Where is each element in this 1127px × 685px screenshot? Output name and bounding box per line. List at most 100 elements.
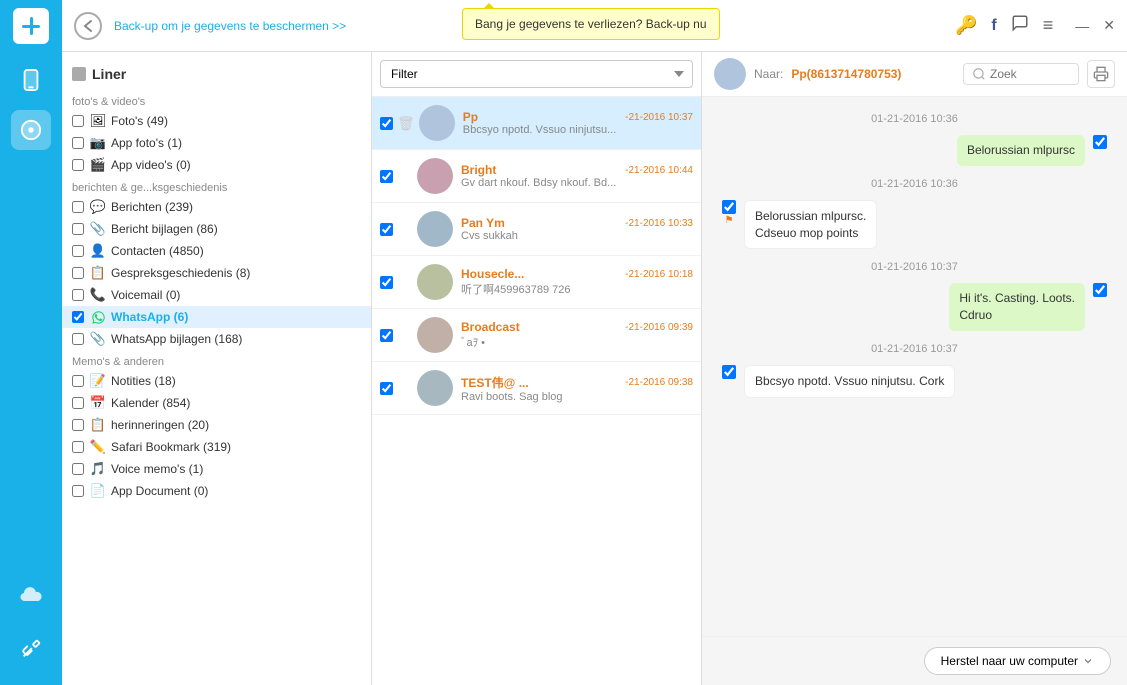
msg4-name: Housecle... [461, 267, 524, 281]
checkbox-app-videos[interactable] [72, 159, 84, 171]
print-icon[interactable] [1087, 60, 1115, 88]
tree-item-gespreksgeschiedenis[interactable]: 📋 Gespreksgeschiedenis (8) [62, 262, 371, 284]
message-item-1[interactable]: 🗑 Pp -21-2016 10:37 Bbcsyo npotd. Vssuo … [372, 97, 701, 150]
top-bar: Back-up om je gegevens te beschermen >> … [62, 0, 1127, 52]
music-icon[interactable] [11, 110, 51, 150]
tree-item-app-document[interactable]: 📄 App Document (0) [62, 480, 371, 502]
main-area: Back-up om je gegevens te beschermen >> … [62, 0, 1127, 685]
checkbox-voicemail[interactable] [72, 289, 84, 301]
cloud-icon[interactable] [11, 575, 51, 615]
msg4-preview: 听了啊459963789 726 [461, 281, 693, 297]
minimize-button[interactable]: — [1075, 18, 1089, 34]
checkbox-whatsapp-bijlagen[interactable] [72, 333, 84, 345]
msg2-time: -21-2016 10:44 [625, 165, 693, 176]
tree-item-app-videos[interactable]: 🎬 App video's (0) [62, 154, 371, 176]
msg2-checkbox[interactable] [380, 170, 393, 183]
tree-item-voicemail[interactable]: 📞 Voicemail (0) [62, 284, 371, 306]
tree-item-whatsapp-bijlagen[interactable]: 📎 WhatsApp bijlagen (168) [62, 328, 371, 350]
restore-bar: Herstel naar uw computer [702, 636, 1127, 685]
msg5-content: Broadcast -21-2016 09:39 ﾞaｦ • [461, 320, 693, 350]
tree-item-bericht-bijlagen[interactable]: 📎 Bericht bijlagen (86) [62, 218, 371, 240]
panel-title: Liner [92, 66, 126, 82]
restore-button[interactable]: Herstel naar uw computer [924, 647, 1111, 675]
checkbox-whatsapp[interactable] [72, 311, 84, 323]
gespreks-label: Gespreksgeschiedenis (8) [111, 266, 250, 280]
checkbox-voice-memos[interactable] [72, 463, 84, 475]
msg1-checkbox[interactable] [380, 117, 393, 130]
tree-item-whatsapp[interactable]: WhatsApp (6) [62, 306, 371, 328]
bubble3-checkbox[interactable] [1093, 283, 1107, 297]
bubble4-checkbox[interactable] [722, 365, 736, 379]
msg3-name: Pan Ym [461, 216, 505, 230]
key-icon[interactable]: 🔑 [955, 15, 977, 36]
msg3-checkbox[interactable] [380, 223, 393, 236]
chat-messages: 01-21-2016 10:36 Belorussian mlpursc 01-… [702, 97, 1127, 636]
tree-item-berichten[interactable]: 💬 Berichten (239) [62, 196, 371, 218]
msg4-content: Housecle... -21-2016 10:18 听了啊459963789 … [461, 267, 693, 297]
tree-item-app-fotos[interactable]: 📷 App foto's (1) [62, 132, 371, 154]
checkbox-berichten[interactable] [72, 201, 84, 213]
msg1-delete-icon[interactable]: 🗑 [397, 115, 415, 132]
close-button[interactable]: ✕ [1103, 17, 1115, 34]
checkbox-bericht-bijlagen[interactable] [72, 223, 84, 235]
tree-item-fotos[interactable]: 🖼 Foto's (49) [62, 110, 371, 132]
bubble1-checkbox[interactable] [1093, 135, 1107, 149]
checkbox-app-document[interactable] [72, 485, 84, 497]
chat-bubble-1: Belorussian mlpursc [957, 135, 1085, 166]
msg6-preview: Ravi boots. Sag blog [461, 391, 693, 403]
message-item-4[interactable]: Housecle... -21-2016 10:18 听了啊459963789 … [372, 256, 701, 309]
message-item-6[interactable]: TEST伟@ ... -21-2016 09:38 Ravi boots. Sa… [372, 362, 701, 415]
message-item-3[interactable]: Pan Ym -21-2016 10:33 Cvs sukkah [372, 203, 701, 256]
checkbox-app-fotos[interactable] [72, 137, 84, 149]
msg5-checkbox[interactable] [380, 329, 393, 342]
menu-icon[interactable]: ≡ [1043, 15, 1054, 36]
gespreks-icon: 📋 [90, 265, 106, 281]
checkbox-safari[interactable] [72, 441, 84, 453]
msg4-checkbox[interactable] [380, 276, 393, 289]
message-item-5[interactable]: Broadcast -21-2016 09:39 ﾞaｦ • [372, 309, 701, 362]
msg1-content: Pp -21-2016 10:37 Bbcsyo npotd. Vssuo ni… [463, 110, 693, 136]
msg6-checkbox[interactable] [380, 382, 393, 395]
app-videos-label: App video's (0) [111, 158, 191, 172]
back-button[interactable] [74, 12, 102, 40]
section-label-messages: berichten & ge...ksgeschiedenis [62, 176, 371, 196]
tree-item-kalender[interactable]: 📅 Kalender (854) [62, 392, 371, 414]
facebook-icon[interactable]: f [991, 17, 996, 35]
bericht-bijlagen-label: Bericht bijlagen (86) [111, 222, 218, 236]
checkbox-kalender[interactable] [72, 397, 84, 409]
checkbox-gespreksgeschiedenis[interactable] [72, 267, 84, 279]
msg3-avatar [417, 211, 453, 247]
right-panel: Naar: Pp(8613714780753) [702, 52, 1127, 685]
tree-item-notities[interactable]: 📝 Notities (18) [62, 370, 371, 392]
app-document-icon: 📄 [90, 483, 106, 499]
msg3-preview: Cvs sukkah [461, 230, 693, 242]
filter-select[interactable]: Filter All Sent Received [380, 60, 693, 88]
search-input[interactable] [990, 67, 1070, 81]
message-list: 🗑 Pp -21-2016 10:37 Bbcsyo npotd. Vssuo … [372, 97, 701, 685]
tree-item-safari[interactable]: ✏️ Safari Bookmark (319) [62, 436, 371, 458]
checkbox-notities[interactable] [72, 375, 84, 387]
checkbox-herinneringen[interactable] [72, 419, 84, 431]
checkbox-fotos[interactable] [72, 115, 84, 127]
tree-item-herinneringen[interactable]: 📋 herinneringen (20) [62, 414, 371, 436]
herinneringen-label: herinneringen (20) [111, 418, 209, 432]
bubble2-checkbox[interactable] [722, 200, 736, 214]
msg4-time: -21-2016 10:18 [625, 269, 693, 280]
safari-label: Safari Bookmark (319) [111, 440, 231, 454]
tree-item-voice-memos[interactable]: 🎵 Voice memo's (1) [62, 458, 371, 480]
message-item-2[interactable]: Bright -21-2016 10:44 Gv dart nkouf. Bds… [372, 150, 701, 203]
whatsapp-icon [90, 309, 106, 325]
tree-item-contacten[interactable]: 👤 Contacten (4850) [62, 240, 371, 262]
content-row: Liner foto's & video's 🖼 Foto's (49) 📷 A… [62, 52, 1127, 685]
msg6-time: -21-2016 09:38 [625, 377, 693, 388]
tools-icon[interactable] [11, 629, 51, 669]
msg6-avatar [417, 370, 453, 406]
checkbox-contacten[interactable] [72, 245, 84, 257]
chat-bubble-icon[interactable] [1011, 14, 1029, 37]
msg1-time: -21-2016 10:37 [625, 112, 693, 123]
phone-icon[interactable] [11, 60, 51, 100]
tooltip-popup: Bang je gegevens te verliezen? Back-up n… [462, 8, 720, 40]
msg5-name: Broadcast [461, 320, 520, 334]
voice-memos-icon: 🎵 [90, 461, 106, 477]
backup-link[interactable]: Back-up om je gegevens te beschermen >> [114, 19, 346, 33]
